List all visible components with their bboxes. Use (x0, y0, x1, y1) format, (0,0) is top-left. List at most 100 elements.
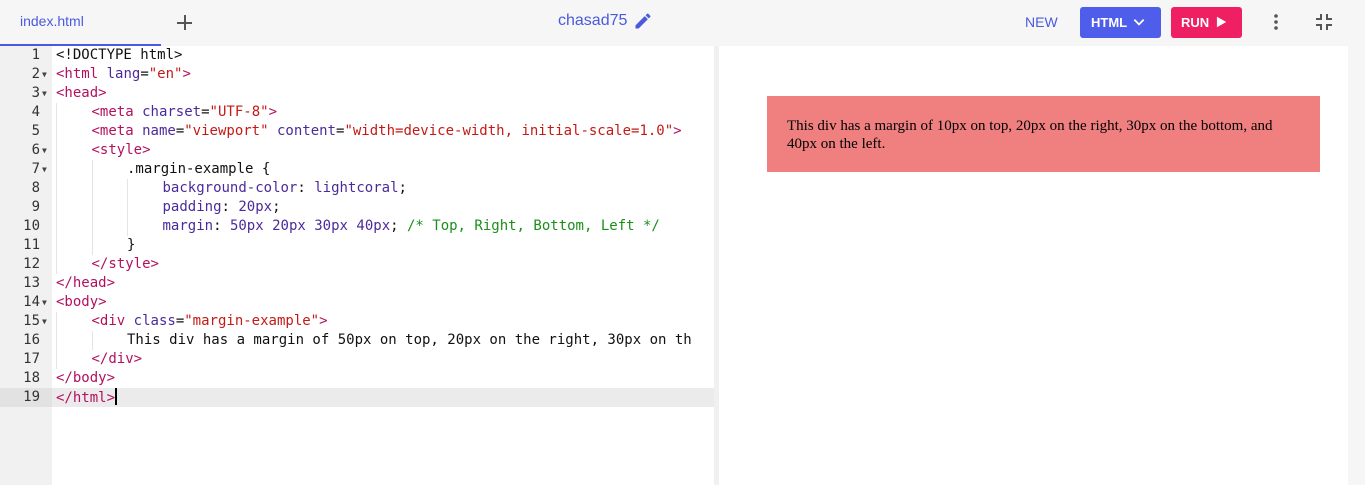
code-text: <head> (56, 85, 107, 101)
code-line[interactable]: 8 background-color: lightcoral; (0, 179, 714, 198)
fold-arrow-icon[interactable]: ▼ (42, 84, 47, 103)
run-label: RUN (1181, 15, 1210, 30)
more-vert-icon[interactable] (1266, 12, 1286, 32)
chevron-down-icon (1133, 19, 1145, 26)
fold-arrow-icon[interactable]: ▼ (42, 293, 47, 312)
fold-arrow-icon[interactable]: ▼ (42, 141, 47, 160)
tab-index-html[interactable]: index.html (0, 0, 161, 46)
code-text: <meta charset="UTF-8"> (91, 104, 278, 120)
code-line[interactable]: 5 <meta name="viewport" content="width=de… (0, 122, 714, 141)
indent-guide (56, 217, 57, 236)
indent-guide (56, 198, 57, 217)
indent-guide (91, 217, 93, 236)
line-number: 19 (23, 389, 40, 405)
code-line[interactable]: 14 ▼ <body> (0, 293, 714, 312)
tab-label: index.html (20, 13, 84, 29)
code-line[interactable]: 6 ▼ <style> (0, 141, 714, 160)
code-text: </body> (56, 370, 116, 386)
indent-guide (56, 160, 57, 179)
fold-arrow-icon[interactable]: ▼ (42, 65, 47, 84)
indent-guide (56, 141, 57, 160)
code-text: .margin-example { (127, 161, 271, 177)
code-text: <style> (91, 142, 151, 158)
indent-guide (56, 331, 57, 350)
indent-guide (91, 236, 93, 255)
line-number: 8 (31, 180, 40, 196)
play-icon (1216, 16, 1227, 28)
preview-scrollbar[interactable] (1348, 46, 1365, 485)
code-line[interactable]: 7 ▼ .margin-example { (0, 160, 714, 179)
code-line[interactable]: 18 </body> (0, 369, 714, 388)
code-text: } (127, 237, 136, 253)
fullscreen-exit-icon[interactable] (1314, 12, 1334, 32)
code-line[interactable]: 1 <!DOCTYPE html> (0, 46, 714, 65)
line-number: 6 (31, 142, 40, 158)
indent-guide (91, 331, 93, 350)
line-number: 14 (23, 294, 40, 310)
line-number: 13 (23, 275, 40, 291)
code-line[interactable]: 15 ▼ <div class="margin-example"> (0, 312, 714, 331)
line-number: 3 (31, 85, 40, 101)
code-text: </head> (56, 275, 116, 291)
line-number: 16 (23, 332, 40, 348)
line-number: 2 (31, 66, 40, 82)
fold-arrow-icon[interactable]: ▼ (42, 312, 47, 331)
code-line[interactable]: 13 </head> (0, 274, 714, 293)
code-lines[interactable]: 1 <!DOCTYPE html> 2 ▼ <html lang="en"> 3 ▼ <hea… (0, 46, 714, 407)
code-line[interactable]: 12 </style> (0, 255, 714, 274)
code-line[interactable]: 16 This div has a margin of 50px on top, … (0, 331, 714, 350)
language-label: HTML (1091, 15, 1128, 30)
line-number: 9 (31, 199, 40, 215)
line-number: 15 (23, 313, 40, 329)
new-button[interactable]: NEW (1025, 14, 1058, 30)
preview-pane: This div has a margin of 10px on top, 20… (719, 46, 1348, 485)
code-text: margin: 50px 20px 30px 40px; /* Top, Rig… (162, 218, 660, 234)
line-number: 17 (23, 351, 40, 367)
margin-example-box: This div has a margin of 10px on top, 20… (767, 96, 1320, 172)
code-text: </style> (91, 256, 159, 272)
code-line[interactable]: 11} (0, 236, 714, 255)
indent-guide (56, 103, 57, 122)
code-line[interactable]: 19 </html> (0, 388, 714, 407)
line-number: 12 (23, 256, 40, 272)
code-line[interactable]: 2 ▼ <html lang="en"> (0, 65, 714, 84)
plus-icon[interactable] (175, 12, 195, 32)
indent-guide (56, 179, 57, 198)
language-select-button[interactable]: HTML (1080, 7, 1161, 38)
code-text: </html> (56, 388, 118, 406)
indent-guide (91, 198, 93, 217)
indent-guide (91, 160, 93, 179)
indent-guide (56, 255, 57, 274)
code-line[interactable]: 17 </div> (0, 350, 714, 369)
line-number: 1 (31, 47, 40, 63)
code-text: <!DOCTYPE html> (56, 47, 183, 63)
line-number: 11 (23, 237, 40, 253)
code-line[interactable]: 9 padding: 20px; (0, 198, 714, 217)
indent-guide (56, 122, 57, 141)
margin-example-text: This div has a margin of 10px on top, 20… (787, 118, 1273, 152)
code-editor[interactable]: 1 <!DOCTYPE html> 2 ▼ <html lang="en"> 3 ▼ <hea… (0, 46, 714, 485)
run-button[interactable]: RUN (1171, 7, 1242, 38)
line-number: 7 (31, 161, 40, 177)
pencil-icon[interactable] (633, 11, 653, 31)
fold-arrow-icon[interactable]: ▼ (42, 160, 47, 179)
code-text: padding: 20px; (162, 199, 281, 215)
top-bar: index.html chasad75 NEW HTML RUN (0, 0, 1365, 46)
line-number: 5 (31, 123, 40, 139)
indent-guide (56, 350, 57, 369)
code-text: This div has a margin of 50px on top, 20… (127, 332, 692, 348)
line-number: 4 (31, 104, 40, 120)
code-text: <div class="margin-example"> (91, 313, 328, 329)
code-line[interactable]: 10 margin: 50px 20px 30px 40px; /* Top, R… (0, 217, 714, 236)
code-line[interactable]: 3 ▼ <head> (0, 84, 714, 103)
project-title[interactable]: chasad75 (558, 12, 627, 30)
code-text: background-color: lightcoral; (162, 180, 407, 196)
code-text: <html lang="en"> (56, 66, 191, 82)
code-text: <body> (56, 294, 107, 310)
code-line[interactable]: 4 <meta charset="UTF-8"> (0, 103, 714, 122)
indent-guide (91, 179, 93, 198)
line-number: 18 (23, 370, 40, 386)
code-text: <meta name="viewport" content="width=dev… (91, 123, 682, 139)
indent-guide (56, 236, 57, 255)
indent-guide (56, 312, 57, 331)
